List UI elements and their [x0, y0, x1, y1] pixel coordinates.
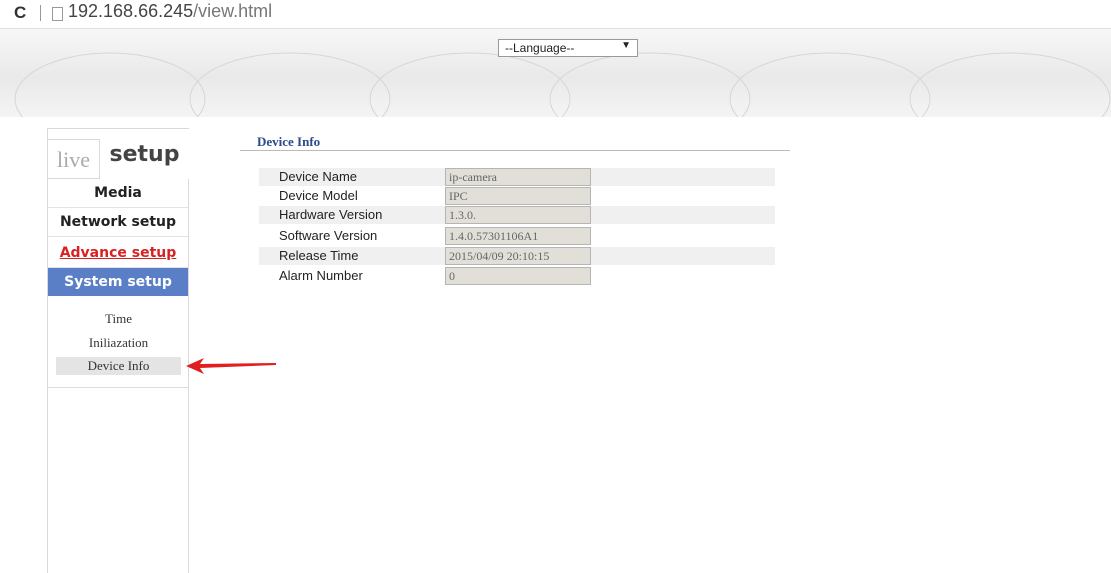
info-row-hardware-version: Hardware Version 1.3.0. [259, 206, 775, 224]
url-host: 192.168.66.245 [68, 1, 194, 21]
url-path: /view.html [193, 1, 273, 21]
device-model-field: IPC [445, 187, 591, 205]
chevron-down-icon: ▼ [621, 40, 631, 51]
nav-network-setup[interactable]: Network setup [48, 208, 188, 237]
page-icon [52, 7, 63, 21]
section-title: Device Info [257, 134, 321, 149]
info-row-alarm-number: Alarm Number 0 [259, 267, 775, 285]
release-time-field: 2015/04/09 20:10:15 [445, 247, 591, 265]
nav-system-setup[interactable]: System setup [48, 268, 188, 296]
address-separator [40, 5, 41, 21]
info-label: Release Time [279, 248, 359, 263]
tab-setup[interactable]: setup [100, 129, 189, 179]
section-divider [240, 150, 790, 151]
nav-advance-setup[interactable]: Advance setup [48, 239, 188, 268]
info-label: Software Version [279, 228, 378, 243]
language-select[interactable]: --Language-- ▼ [498, 39, 638, 57]
alarm-number-field: 0 [445, 267, 591, 285]
red-arrow-icon [186, 358, 276, 374]
device-name-field: ip-camera [445, 168, 591, 186]
submenu-item-time[interactable]: Time [56, 310, 181, 328]
tab-live[interactable]: live [48, 139, 100, 179]
info-label: Hardware Version [279, 207, 383, 222]
info-row-device-name: Device Name ip-camera [259, 168, 775, 186]
reload-icon[interactable]: C [14, 3, 26, 23]
info-row-device-model: Device Model IPC [259, 187, 775, 205]
sidebar-divider [48, 387, 188, 388]
software-version-field: 1.4.0.57301106A1 [445, 227, 591, 245]
nav-media[interactable]: Media [48, 179, 188, 208]
hardware-version-field: 1.3.0. [445, 206, 591, 224]
info-row-software-version: Software Version 1.4.0.57301106A1 [259, 227, 775, 245]
page-header: --Language-- ▼ [0, 28, 1111, 117]
submenu-item-initialization[interactable]: Iniliazation [56, 334, 181, 352]
language-select-value: --Language-- [505, 41, 575, 55]
info-label: Device Model [279, 188, 358, 203]
url-field[interactable]: 192.168.66.245/view.html [68, 1, 272, 22]
info-row-release-time: Release Time 2015/04/09 20:10:15 [259, 247, 775, 265]
sidebar: live setup Media Network setup Advance s… [47, 128, 189, 573]
browser-address-bar: C 192.168.66.245/view.html [0, 0, 1111, 26]
info-label: Alarm Number [279, 268, 363, 283]
submenu-item-device-info[interactable]: Device Info [56, 357, 181, 375]
info-label: Device Name [279, 169, 358, 184]
